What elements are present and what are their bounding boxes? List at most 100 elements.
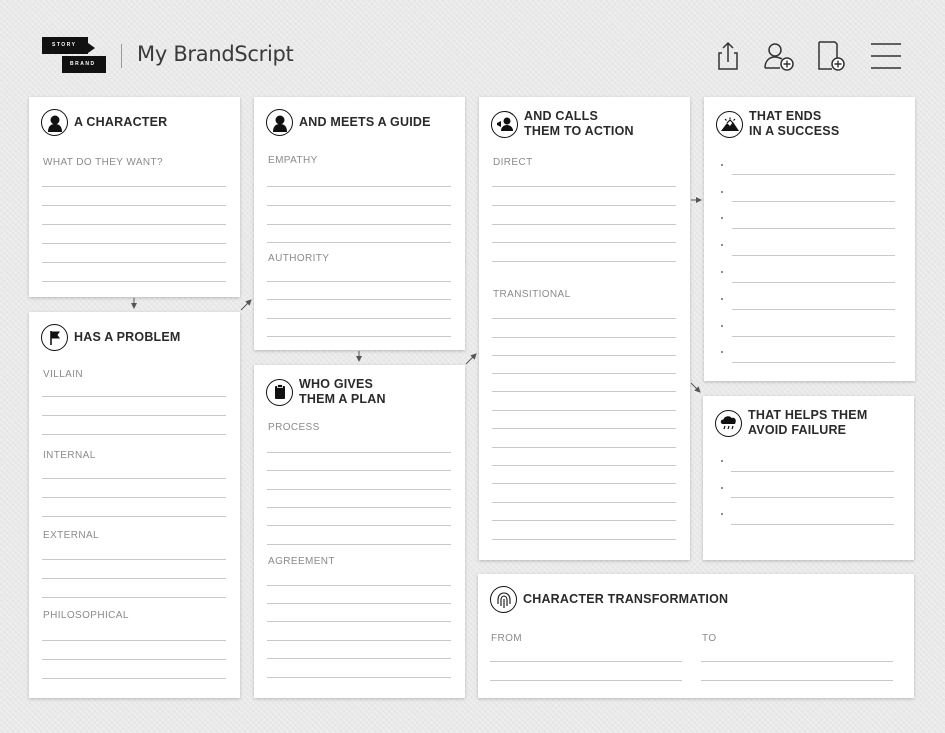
input-line[interactable] bbox=[42, 578, 226, 579]
input-line[interactable] bbox=[267, 640, 451, 641]
input-line[interactable] bbox=[267, 242, 451, 243]
card-success: THAT ENDS IN A SUCCESS bbox=[704, 97, 915, 381]
input-line[interactable] bbox=[732, 174, 895, 175]
input-line[interactable] bbox=[492, 520, 676, 521]
input-line[interactable] bbox=[732, 309, 895, 310]
input-line[interactable] bbox=[732, 336, 895, 337]
input-line[interactable] bbox=[267, 281, 451, 282]
card-title: A CHARACTER bbox=[74, 115, 168, 129]
input-line[interactable] bbox=[492, 502, 676, 503]
add-document-icon[interactable] bbox=[815, 40, 849, 72]
internal-label: INTERNAL bbox=[43, 450, 96, 461]
card-header: WHO GIVES THEM A PLAN bbox=[266, 377, 386, 407]
input-line[interactable] bbox=[267, 507, 451, 508]
input-line[interactable] bbox=[731, 471, 894, 472]
philosophical-label: PHILOSOPHICAL bbox=[43, 610, 129, 621]
input-line[interactable] bbox=[732, 255, 895, 256]
input-line[interactable] bbox=[492, 465, 676, 466]
card-header: A CHARACTER bbox=[41, 109, 167, 136]
input-line[interactable] bbox=[42, 678, 226, 679]
card-problem: HAS A PROBLEM VILLAIN INTERNAL EXTERNAL … bbox=[29, 312, 240, 698]
input-line[interactable] bbox=[492, 186, 676, 187]
input-line[interactable] bbox=[267, 299, 451, 300]
input-line[interactable] bbox=[42, 396, 226, 397]
input-line[interactable] bbox=[267, 452, 451, 453]
card-title: THAT ENDS IN A SUCCESS bbox=[749, 109, 840, 138]
input-line[interactable] bbox=[731, 497, 894, 498]
input-line[interactable] bbox=[42, 224, 226, 225]
input-line[interactable] bbox=[492, 318, 676, 319]
input-line[interactable] bbox=[267, 544, 451, 545]
storybrand-logo[interactable]: STORY BRAND bbox=[42, 37, 108, 75]
input-line[interactable] bbox=[267, 186, 451, 187]
input-line[interactable] bbox=[42, 281, 226, 282]
card-header: CHARACTER TRANSFORMATION bbox=[490, 586, 728, 613]
authority-label: AUTHORITY bbox=[268, 253, 330, 264]
input-line[interactable] bbox=[42, 243, 226, 244]
input-line[interactable] bbox=[267, 205, 451, 206]
input-line[interactable] bbox=[267, 621, 451, 622]
input-line[interactable] bbox=[267, 658, 451, 659]
card-header: HAS A PROBLEM bbox=[41, 324, 181, 351]
from-input-line[interactable] bbox=[490, 680, 682, 681]
input-line[interactable] bbox=[492, 428, 676, 429]
input-line[interactable] bbox=[267, 318, 451, 319]
add-user-icon[interactable] bbox=[762, 40, 796, 72]
input-line[interactable] bbox=[492, 447, 676, 448]
card-guide: AND MEETS A GUIDE EMPATHY AUTHORITY bbox=[254, 97, 465, 350]
input-line[interactable] bbox=[267, 525, 451, 526]
input-line[interactable] bbox=[492, 242, 676, 243]
input-line[interactable] bbox=[732, 362, 895, 363]
input-line[interactable] bbox=[492, 337, 676, 338]
input-line[interactable] bbox=[731, 524, 894, 525]
input-line[interactable] bbox=[42, 640, 226, 641]
app-title: My BrandScript bbox=[137, 42, 294, 66]
input-line[interactable] bbox=[492, 483, 676, 484]
input-line[interactable] bbox=[267, 336, 451, 337]
input-line[interactable] bbox=[492, 205, 676, 206]
input-line[interactable] bbox=[732, 201, 895, 202]
fingerprint-icon bbox=[490, 586, 517, 613]
input-line[interactable] bbox=[267, 224, 451, 225]
mountain-sun-icon bbox=[716, 110, 743, 138]
input-line[interactable] bbox=[42, 186, 226, 187]
from-input-line[interactable] bbox=[490, 661, 682, 662]
want-label: WHAT DO THEY WANT? bbox=[43, 157, 163, 168]
input-line[interactable] bbox=[42, 205, 226, 206]
input-line[interactable] bbox=[42, 262, 226, 263]
input-line[interactable] bbox=[42, 659, 226, 660]
input-line[interactable] bbox=[492, 355, 676, 356]
share-icon[interactable] bbox=[712, 40, 746, 72]
input-line[interactable] bbox=[42, 497, 226, 498]
menu-icon[interactable] bbox=[869, 40, 903, 72]
input-line[interactable] bbox=[267, 585, 451, 586]
input-line[interactable] bbox=[42, 478, 226, 479]
input-line[interactable] bbox=[42, 434, 226, 435]
agreement-label: AGREEMENT bbox=[268, 556, 335, 567]
to-input-line[interactable] bbox=[701, 661, 893, 662]
card-title: AND MEETS A GUIDE bbox=[299, 115, 431, 129]
transitional-label: TRANSITIONAL bbox=[493, 289, 571, 300]
input-line[interactable] bbox=[492, 373, 676, 374]
input-line[interactable] bbox=[492, 224, 676, 225]
input-line[interactable] bbox=[267, 603, 451, 604]
input-line[interactable] bbox=[42, 415, 226, 416]
card-title: AND CALLS THEM TO ACTION bbox=[524, 109, 634, 138]
input-line[interactable] bbox=[42, 516, 226, 517]
input-line[interactable] bbox=[732, 282, 895, 283]
input-line[interactable] bbox=[492, 539, 676, 540]
guide-person-icon bbox=[266, 109, 293, 136]
empathy-label: EMPATHY bbox=[268, 155, 318, 166]
to-input-line[interactable] bbox=[701, 680, 893, 681]
input-line[interactable] bbox=[267, 677, 451, 678]
input-line[interactable] bbox=[492, 391, 676, 392]
clipboard-icon bbox=[266, 378, 293, 406]
input-line[interactable] bbox=[42, 559, 226, 560]
input-line[interactable] bbox=[42, 597, 226, 598]
from-label: FROM bbox=[491, 633, 523, 644]
input-line[interactable] bbox=[267, 470, 451, 471]
input-line[interactable] bbox=[267, 489, 451, 490]
input-line[interactable] bbox=[492, 410, 676, 411]
input-line[interactable] bbox=[492, 261, 676, 262]
input-line[interactable] bbox=[732, 228, 895, 229]
